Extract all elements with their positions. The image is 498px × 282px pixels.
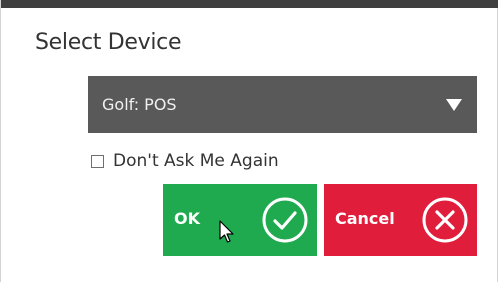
dont-ask-again-option[interactable]: Don't Ask Me Again bbox=[91, 150, 279, 172]
ok-button[interactable]: OK bbox=[163, 184, 317, 256]
device-select-dropdown[interactable]: Golf: POS bbox=[88, 76, 477, 133]
cancel-button[interactable]: Cancel bbox=[324, 184, 477, 256]
dialog-top-bar bbox=[1, 0, 498, 8]
x-circle-icon bbox=[422, 197, 468, 243]
caret-down-icon bbox=[446, 99, 462, 111]
ok-button-label: OK bbox=[174, 209, 200, 228]
device-select-value: Golf: POS bbox=[102, 95, 177, 114]
cancel-button-label: Cancel bbox=[335, 209, 395, 228]
check-circle-icon bbox=[262, 197, 308, 243]
select-device-dialog: Select Device Golf: POS Don't Ask Me Aga… bbox=[0, 0, 498, 282]
dont-ask-again-label: Don't Ask Me Again bbox=[113, 151, 279, 171]
dialog-title: Select Device bbox=[35, 30, 182, 55]
dont-ask-again-checkbox[interactable] bbox=[91, 154, 104, 168]
